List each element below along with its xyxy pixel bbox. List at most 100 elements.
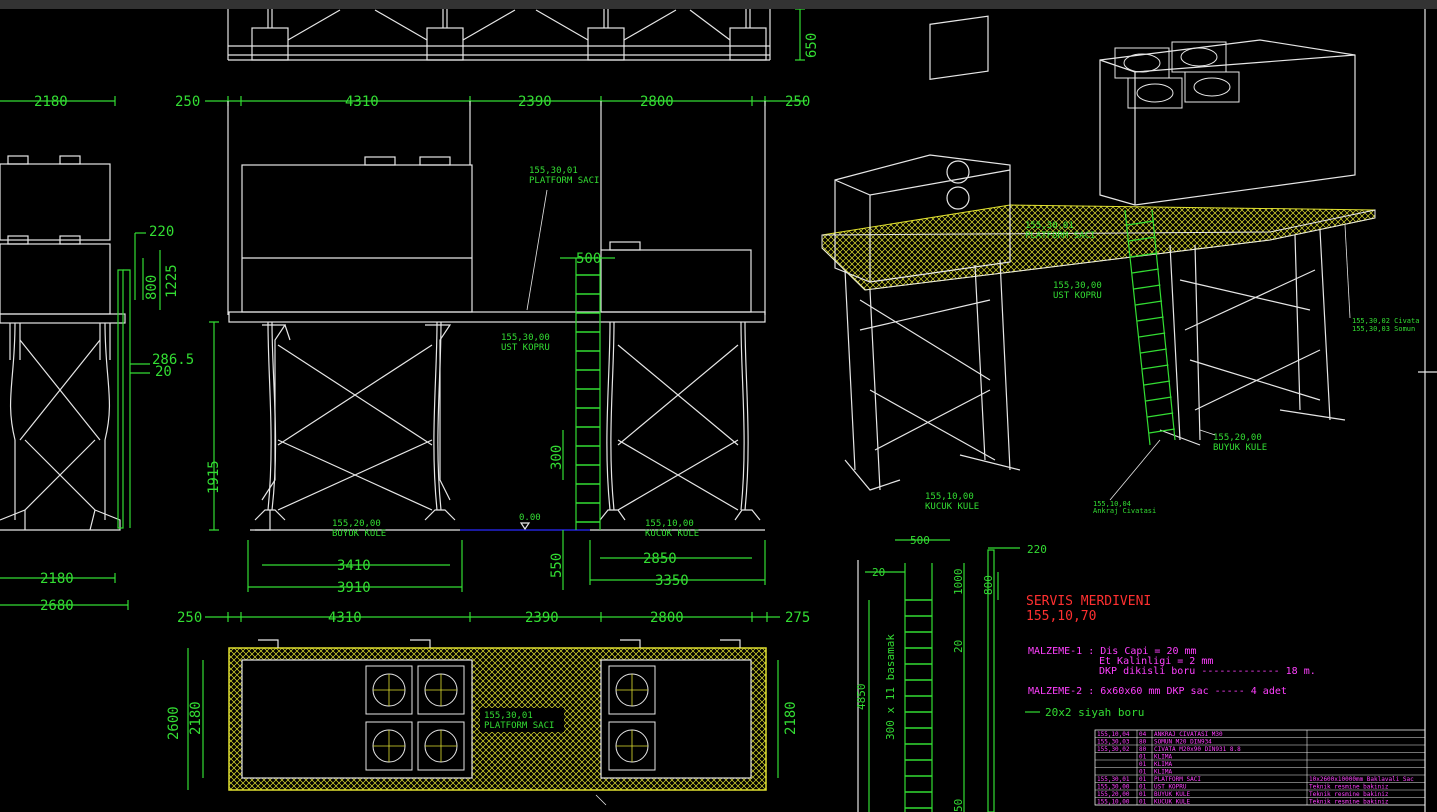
plan-label-platform-code: 155,30,01 [484, 711, 533, 721]
ladder-dim-500: 500 [910, 534, 930, 547]
iso-fan-circle [1136, 83, 1174, 103]
iso-label-bridge-code: 155,30,00 [1053, 281, 1102, 291]
dim-3410: 3410 [337, 558, 371, 574]
ladder-dim-20: 20 [872, 566, 885, 579]
material2: MALZEME-2 : 6x60x60 mm DKP sac ----- 4 a… [1028, 686, 1287, 697]
plan-dim-2800: 2800 [650, 610, 684, 626]
iso-ladder-rung [1135, 300, 1163, 306]
dim-800: 800 [144, 275, 160, 300]
table-cell-qty: 80 [1139, 739, 1147, 746]
table-cell-code: 155,30,01 [1097, 776, 1130, 783]
table-cell-note: Teknik resmine bakiniz [1309, 799, 1389, 806]
dim-650: 650 [804, 33, 820, 58]
left-side-view: 2180 220 800 1225 286.5 20 2180 2680 [0, 94, 194, 614]
window-top-bar [0, 0, 1437, 9]
iso-ladder-rung [1145, 396, 1172, 402]
table-cell-name: CIVATA M20x90 DIN931 8.8 [1154, 746, 1241, 753]
label-bridge-name: UST KOPRU [501, 343, 550, 353]
table-cell-qty: 01 [1139, 799, 1147, 806]
iso-label-big-code: 155,20,00 [1213, 433, 1262, 443]
dim-1225: 1225 [164, 264, 180, 298]
iso-fan-unit [1127, 77, 1183, 109]
label-big-name: BUYUK KULE [332, 529, 386, 539]
table-cell-qty: 80 [1139, 746, 1147, 753]
ladder-detail: 500 20 1000 20 50 220 800 4850 300 x 11 … [855, 534, 1316, 812]
dim-2180-bottom: 2180 [40, 571, 74, 587]
table-cell-name: SOMUN M20 DIN934 [1154, 739, 1212, 746]
table-cell-qty: 01 [1139, 761, 1147, 768]
ladder-title: SERVIS MERDIVENI [1026, 594, 1151, 609]
plan-dim-2180-right: 2180 [783, 701, 799, 735]
label-small-name: KUCUK KULE [645, 529, 699, 539]
table-cell-name: KUCUK KULE [1154, 799, 1191, 806]
dim-500-ladder: 500 [576, 251, 601, 267]
table-cell-code: 155,30,02 [1097, 746, 1130, 753]
table-cell-name: KLIMA [1154, 761, 1172, 768]
front-view: 250 4310 2390 2800 250 0.00 500 300 550 … [175, 94, 810, 596]
table-cell-name: BUYUK KULE [1154, 791, 1191, 798]
dim-250-left: 250 [175, 94, 200, 110]
ladder-dim-4850: 4850 [855, 684, 868, 711]
iso-ladder-rung [1133, 284, 1161, 290]
table-cell-code: 155,20,00 [1097, 791, 1130, 798]
iso-label-platform-code: 155,30,01 [1025, 221, 1074, 231]
table-cell-note: 10x2600x10000mm Baklavali Sac [1309, 776, 1414, 783]
table-cell-name: KLIMA [1154, 769, 1172, 776]
iso-ladder-rung [1138, 332, 1166, 338]
cad-drawing-canvas[interactable]: 650 2180 220 800 1225 286.5 20 2180 2680… [0, 9, 1437, 812]
plan-label-platform-name: PLATFORM SACI [484, 721, 554, 731]
table-cell-code: 155,10,04 [1097, 731, 1130, 738]
label-big-code: 155,20,00 [332, 519, 381, 529]
table-cell-note: Teknik resmine bakiniz [1309, 784, 1389, 791]
iso-label-anchor-name: Ankraj Civatasi [1093, 507, 1156, 515]
ladder-dim-800: 800 [982, 575, 995, 595]
dim-2680: 2680 [40, 598, 74, 614]
iso-fan-circle [1123, 53, 1161, 73]
iso-ladder-rung [1147, 412, 1174, 418]
iso-label-small-name: KUCUK KULE [925, 502, 979, 512]
table-cell-qty: 01 [1139, 784, 1147, 791]
pipe-note: 20x2 siyah boru [1045, 706, 1144, 719]
iso-label-bridge-name: UST KOPRU [1053, 291, 1102, 301]
plan-dim-2180-left: 2180 [188, 701, 204, 735]
plan-dim-4310: 4310 [328, 610, 362, 626]
table-cell-qty: 01 [1139, 776, 1147, 783]
iso-label-platform-name: PLATFORM SACI [1025, 231, 1095, 241]
table-cell-code: 155,10,00 [1097, 799, 1130, 806]
iso-ladder-rung [1149, 428, 1175, 434]
dim-2850: 2850 [643, 551, 677, 567]
iso-ladder-rung [1137, 316, 1164, 322]
plan-dim-2600: 2600 [166, 706, 182, 740]
dim-2390: 2390 [518, 94, 552, 110]
iso-fan-circle [1180, 47, 1218, 67]
iso-fan-circle [1193, 77, 1231, 97]
iso-ladder-rung [1142, 364, 1169, 370]
ladder-dim-steps: 300 x 11 basamak [884, 634, 897, 740]
level-000: 0.00 [519, 513, 541, 523]
dim-4310: 4310 [345, 94, 379, 110]
iso-ladder-rung [1140, 348, 1167, 354]
plan-dim-275: 275 [785, 610, 810, 626]
dim-2800: 2800 [640, 94, 674, 110]
plan-dim-2390: 2390 [525, 610, 559, 626]
table-cell-name: ANKRAJ CIVATASI M30 [1154, 731, 1223, 738]
ladder-dim-20-side: 20 [952, 640, 965, 653]
dim-3910: 3910 [337, 580, 371, 596]
parts-table: 155,10,04 04 ANKRAJ CIVATASI M30 155,30,03 8… [1094, 729, 1426, 806]
dim-20: 20 [155, 364, 172, 380]
ladder-dim-220: 220 [1027, 543, 1047, 556]
ladder-dim-1000: 1000 [952, 569, 965, 596]
iso-label-small-code: 155,10,00 [925, 492, 974, 502]
table-cell-qty: 04 [1139, 731, 1147, 738]
ladder-dim-50: 50 [952, 799, 965, 812]
dim-250-right: 250 [785, 94, 810, 110]
label-platform-name: PLATFORM SACI [529, 176, 599, 186]
table-cell-name: PLATFORM SACI [1154, 776, 1201, 783]
table-cell-qty: 01 [1139, 769, 1147, 776]
iso-label-nut: 155,30,03 Somun [1352, 325, 1415, 333]
table-cell-name: UST KOPRU [1154, 784, 1187, 791]
plan-view: 250 4310 2390 2800 275 155,30,01 PLATFOR… [166, 610, 810, 806]
detail-ladder-rungs [905, 599, 932, 809]
table-cell-code: 155,30,03 [1097, 739, 1130, 746]
dim-220: 220 [149, 224, 174, 240]
